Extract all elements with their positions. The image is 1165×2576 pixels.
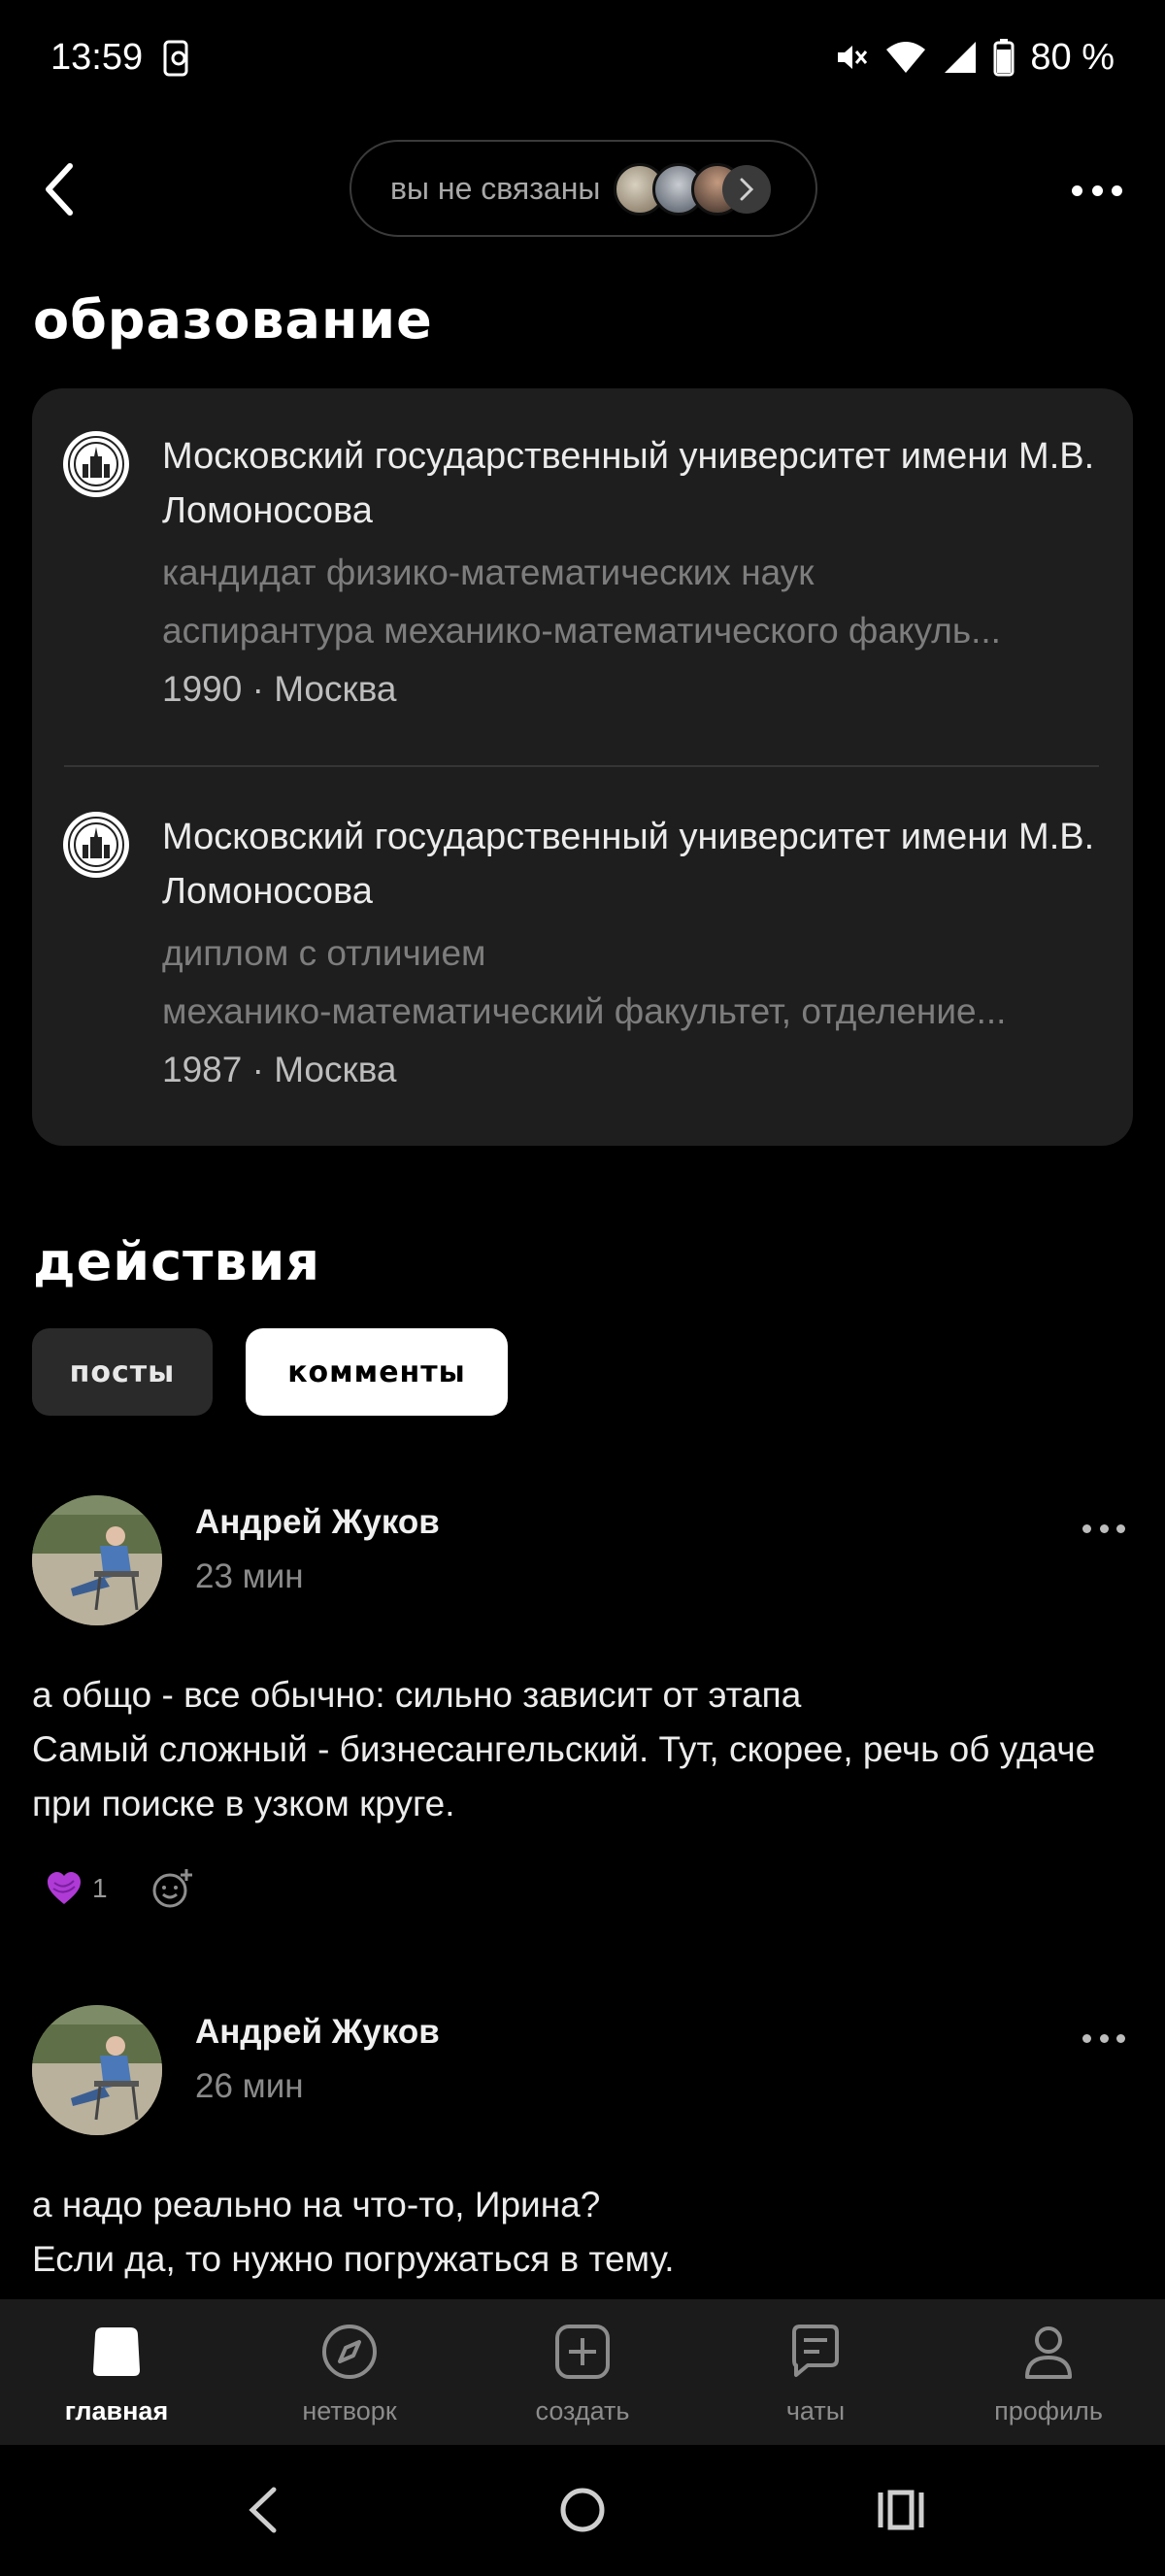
- education-details: Московский государственный университет и…: [162, 429, 1123, 719]
- system-back-button[interactable]: [228, 2476, 296, 2544]
- bottom-nav: главная нетворк создать чаты профиль: [0, 2299, 1165, 2445]
- comment-actions: 1: [46, 1864, 193, 1913]
- plus-square-icon: [551, 2321, 614, 2383]
- dot-icon: [1112, 184, 1122, 196]
- system-home-button[interactable]: [549, 2476, 616, 2544]
- nav-network-label: нетворк: [302, 2396, 397, 2425]
- status-icons: 80 %: [830, 33, 1115, 82]
- education-meta: 1987 · Москва: [162, 1050, 397, 1089]
- dot-icon: [1072, 184, 1082, 196]
- dot-icon: [1099, 2033, 1109, 2043]
- actions-tabs: посты комменты: [32, 1328, 508, 1416]
- recents-icon: [878, 2490, 924, 2530]
- like-count: 1: [92, 1873, 108, 1903]
- comment-more-button[interactable]: [1082, 1519, 1125, 1538]
- home-icon: [85, 2321, 148, 2383]
- nav-create[interactable]: создать: [466, 2299, 699, 2445]
- comment-text: а надо реально на что-то, Ирина? Если да…: [32, 2185, 675, 2279]
- wifi-icon: [886, 42, 926, 73]
- chat-icon: [784, 2321, 847, 2383]
- battery-percent: 80 %: [1030, 36, 1115, 78]
- comment-author[interactable]: Андрей Жуков: [195, 1503, 440, 1542]
- chevron-left-icon: [249, 2487, 277, 2533]
- phone-sync-icon: [163, 40, 188, 77]
- nav-chats-label: чаты: [785, 2396, 846, 2425]
- chevron-left-icon: [46, 163, 73, 216]
- education-details: Московский государственный университет и…: [162, 810, 1123, 1099]
- field-of-study: механико-математический факультет, отдел…: [162, 991, 1007, 1031]
- comment-text: а общо - все обычно: сильно зависит от э…: [32, 1675, 1096, 1823]
- avatar[interactable]: [32, 2005, 162, 2135]
- dot-icon: [1099, 1523, 1109, 1533]
- dot-icon: [1082, 1523, 1091, 1533]
- divider: [64, 765, 1099, 767]
- system-nav-bar: [0, 2445, 1165, 2576]
- status-time: 13:59: [50, 37, 144, 78]
- chevron-right-icon: [722, 165, 772, 214]
- more-options-button[interactable]: [1072, 171, 1122, 210]
- add-reaction-icon[interactable]: [150, 1867, 193, 1910]
- dot-icon: [1082, 2033, 1091, 2043]
- avatar[interactable]: [32, 1495, 162, 1625]
- comment-item: Андрей Жуков 23 мин а общо - все обычно:…: [32, 1495, 1133, 1923]
- comment-more-button[interactable]: [1082, 2028, 1125, 2048]
- battery-icon: [993, 39, 1015, 77]
- connection-status-pill[interactable]: вы не связаны: [350, 140, 817, 237]
- nav-profile[interactable]: профиль: [932, 2299, 1165, 2445]
- university-logo-icon: [63, 431, 129, 497]
- nav-network[interactable]: нетворк: [233, 2299, 466, 2445]
- university-logo-icon: [63, 812, 129, 878]
- nav-home[interactable]: главная: [0, 2299, 233, 2445]
- connection-status-text: вы не связаны: [390, 170, 601, 206]
- system-recents-button[interactable]: [867, 2476, 935, 2544]
- dot-icon: [1091, 184, 1103, 196]
- education-card: Московский государственный университет и…: [32, 388, 1133, 1146]
- mutual-avatars: [614, 159, 779, 217]
- user-icon: [1017, 2321, 1080, 2383]
- university-name: Московский государственный университет и…: [162, 436, 1095, 531]
- education-meta: 1990 · Москва: [162, 669, 397, 709]
- tab-comments[interactable]: комменты: [246, 1328, 508, 1416]
- signal-icon: [945, 42, 977, 73]
- degree: диплом с отличием: [162, 933, 486, 973]
- heart-icon[interactable]: [46, 1871, 83, 1906]
- education-title: образование: [33, 289, 433, 351]
- mute-icon: [838, 46, 868, 69]
- tab-posts[interactable]: посты: [32, 1328, 213, 1416]
- field-of-study: аспирантура механико-математического фак…: [162, 611, 1001, 651]
- back-button[interactable]: [37, 157, 82, 221]
- comment-time: 23 мин: [195, 1557, 304, 1595]
- circle-icon: [560, 2488, 605, 2532]
- dot-icon: [1116, 2033, 1125, 2043]
- comment-time: 26 мин: [195, 2067, 304, 2105]
- university-name: Московский государственный университет и…: [162, 817, 1095, 912]
- nav-profile-label: профиль: [994, 2396, 1103, 2425]
- actions-title: действия: [33, 1231, 321, 1292]
- nav-chats[interactable]: чаты: [699, 2299, 932, 2445]
- nav-home-label: главная: [64, 2396, 169, 2425]
- comment-author[interactable]: Андрей Жуков: [195, 2013, 440, 2052]
- dot-icon: [1116, 1523, 1125, 1533]
- top-nav: вы не связаны: [0, 136, 1165, 243]
- degree: кандидат физико-математических наук: [162, 552, 815, 592]
- compass-icon: [318, 2321, 381, 2383]
- nav-create-label: создать: [535, 2396, 630, 2425]
- status-bar: 13:59 80 %: [0, 0, 1165, 117]
- comment-item: Андрей Жуков 26 мин а надо реально на чт…: [32, 2005, 1133, 2296]
